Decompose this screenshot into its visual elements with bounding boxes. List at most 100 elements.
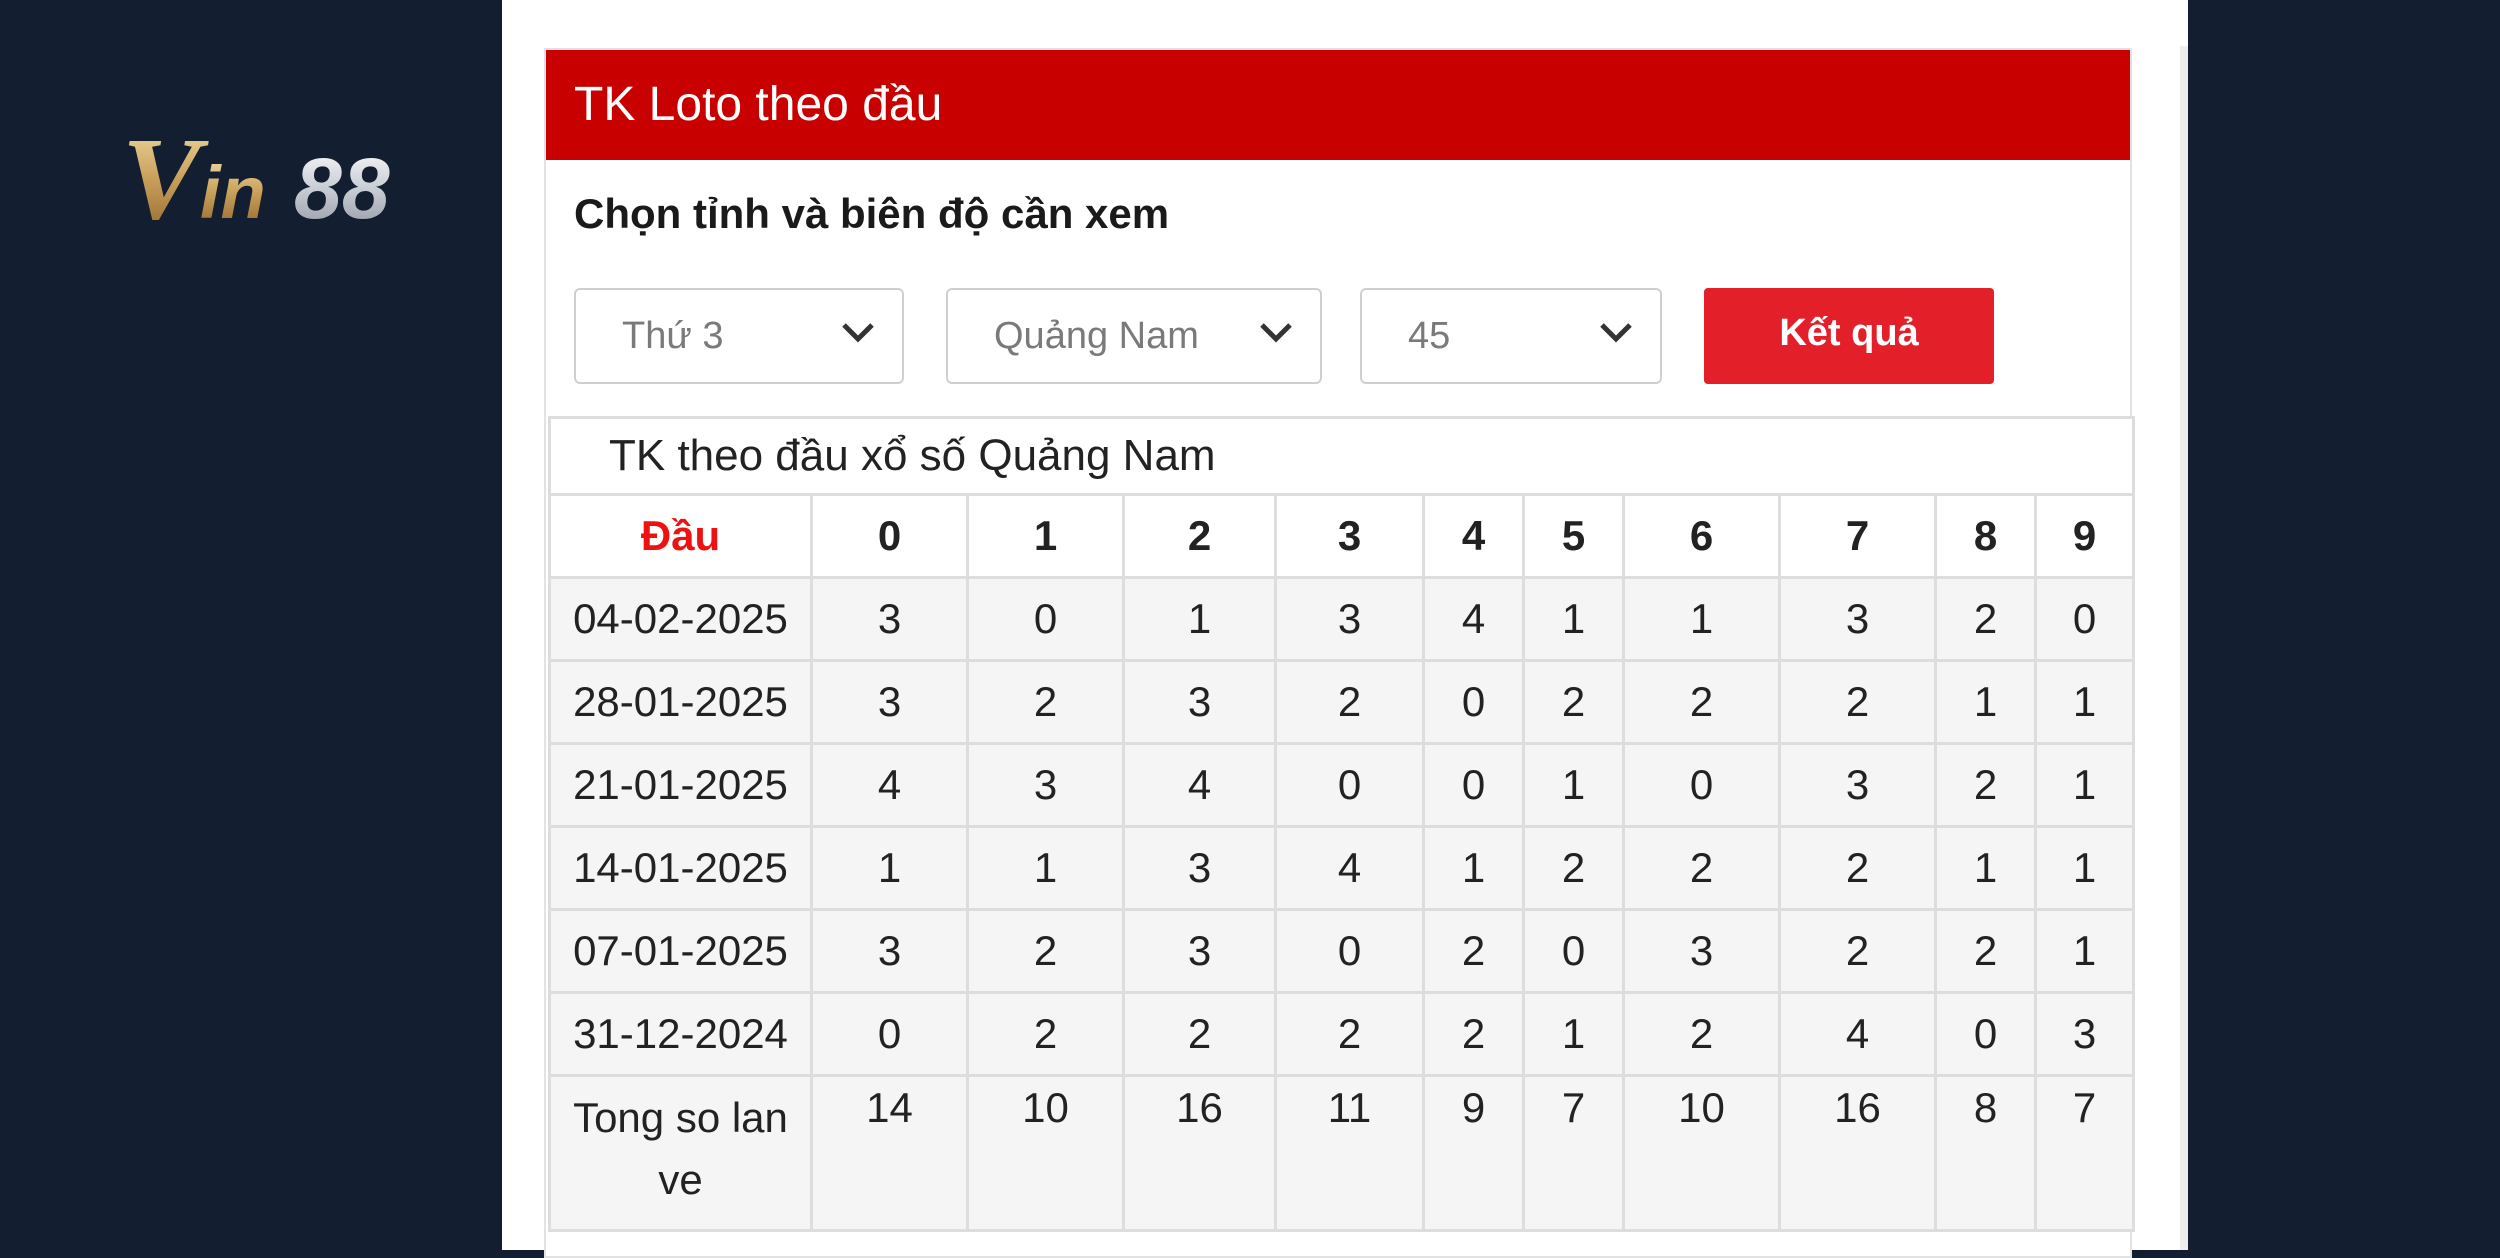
day-select[interactable]: Thứ 3 bbox=[574, 288, 904, 384]
row-cell: 2 bbox=[1934, 908, 2037, 994]
total-cell: 8 bbox=[1934, 1074, 2037, 1232]
row-cell: 2 bbox=[1422, 991, 1525, 1077]
row-cell: 2 bbox=[1522, 659, 1625, 745]
row-cell: 0 bbox=[966, 576, 1125, 662]
row-cell: 1 bbox=[1522, 576, 1625, 662]
province-select[interactable]: Quảng Nam bbox=[946, 288, 1322, 384]
header-dau: Đầu bbox=[548, 493, 813, 579]
header-col: 5 bbox=[1522, 493, 1625, 579]
row-cell: 2 bbox=[966, 908, 1125, 994]
row-cell: 3 bbox=[1778, 742, 1937, 828]
row-cell: 2 bbox=[1622, 991, 1781, 1077]
province-select-value: Quảng Nam bbox=[994, 315, 1199, 357]
row-cell: 2 bbox=[966, 991, 1125, 1077]
result-button[interactable]: Kết quả bbox=[1704, 288, 1994, 384]
total-label-line2: ve bbox=[658, 1156, 703, 1203]
row-date: 14-01-2025 bbox=[548, 825, 813, 911]
row-cell: 0 bbox=[1522, 908, 1625, 994]
loto-stats-widget: TK Loto theo đầu Chọn tỉnh và biên độ cầ… bbox=[544, 48, 2136, 1258]
row-cell: 0 bbox=[1274, 908, 1425, 994]
row-cell: 2 bbox=[1274, 991, 1425, 1077]
total-row: Tong so lan ve 14 10 16 11 9 7 10 16 8 7 bbox=[548, 1074, 2136, 1232]
row-cell: 2 bbox=[1522, 825, 1625, 911]
row-cell: 0 bbox=[1622, 742, 1781, 828]
total-cell: 10 bbox=[966, 1074, 1125, 1232]
total-cell: 7 bbox=[2033, 1074, 2136, 1232]
row-cell: 1 bbox=[1122, 576, 1277, 662]
row-cell: 2 bbox=[1778, 908, 1937, 994]
header-col: 1 bbox=[966, 493, 1125, 579]
row-cell: 2 bbox=[1778, 659, 1937, 745]
row-date: 31-12-2024 bbox=[548, 991, 813, 1077]
row-cell: 0 bbox=[810, 991, 969, 1077]
header-col: 2 bbox=[1122, 493, 1277, 579]
row-cell: 2 bbox=[1778, 825, 1937, 911]
header-col: 3 bbox=[1274, 493, 1425, 579]
table-header-row: Đầu 0 1 2 3 4 5 6 7 8 9 bbox=[548, 493, 2136, 579]
row-cell: 3 bbox=[1622, 908, 1781, 994]
row-cell: 4 bbox=[810, 742, 969, 828]
chevron-down-icon bbox=[842, 323, 874, 343]
row-cell: 3 bbox=[966, 742, 1125, 828]
row-cell: 1 bbox=[1522, 991, 1625, 1077]
day-select-value: Thứ 3 bbox=[622, 315, 724, 357]
row-cell: 0 bbox=[1422, 659, 1525, 745]
row-cell: 1 bbox=[2033, 908, 2136, 994]
total-cell: 16 bbox=[1122, 1074, 1277, 1232]
row-cell: 1 bbox=[1934, 825, 2037, 911]
header-col: 7 bbox=[1778, 493, 1937, 579]
row-cell: 3 bbox=[810, 576, 969, 662]
range-select[interactable]: 45 bbox=[1360, 288, 1662, 384]
table-row: 28-01-2025 3 2 3 2 0 2 2 2 1 1 bbox=[548, 659, 2136, 745]
row-cell: 1 bbox=[1422, 825, 1525, 911]
total-cell: 16 bbox=[1778, 1074, 1937, 1232]
row-date: 28-01-2025 bbox=[548, 659, 813, 745]
vin88-logo: V in 88 bbox=[122, 118, 390, 230]
row-cell: 2 bbox=[1274, 659, 1425, 745]
table-row: 21-01-2025 4 3 4 0 0 1 0 3 2 1 bbox=[548, 742, 2136, 828]
loto-stats-table: TK theo đầu xổ số Quảng Nam Đầu 0 1 2 3 … bbox=[547, 416, 2136, 1232]
row-cell: 1 bbox=[2033, 742, 2136, 828]
widget-title: TK Loto theo đầu bbox=[546, 50, 2130, 160]
row-cell: 4 bbox=[1422, 576, 1525, 662]
row-cell: 1 bbox=[1622, 576, 1781, 662]
row-cell: 1 bbox=[2033, 825, 2136, 911]
row-cell: 3 bbox=[1274, 576, 1425, 662]
svg-text:in: in bbox=[200, 151, 266, 230]
row-cell: 3 bbox=[1778, 576, 1937, 662]
row-cell: 4 bbox=[1122, 742, 1277, 828]
table-row: 07-01-2025 3 2 3 0 2 0 3 2 2 1 bbox=[548, 908, 2136, 994]
row-cell: 0 bbox=[2033, 576, 2136, 662]
row-cell: 0 bbox=[1422, 742, 1525, 828]
row-cell: 3 bbox=[810, 908, 969, 994]
row-cell: 2 bbox=[1934, 742, 2037, 828]
row-cell: 1 bbox=[2033, 659, 2136, 745]
table-caption: TK theo đầu xổ số Quảng Nam bbox=[547, 416, 2136, 496]
row-cell: 1 bbox=[966, 825, 1125, 911]
total-cell: 7 bbox=[1522, 1074, 1625, 1232]
row-cell: 3 bbox=[810, 659, 969, 745]
row-cell: 2 bbox=[1934, 576, 2037, 662]
total-label-line1: Tong so lan bbox=[573, 1094, 788, 1141]
chevron-down-icon bbox=[1260, 323, 1292, 343]
row-date: 07-01-2025 bbox=[548, 908, 813, 994]
table-row: 14-01-2025 1 1 3 4 1 2 2 2 1 1 bbox=[548, 825, 2136, 911]
row-date: 21-01-2025 bbox=[548, 742, 813, 828]
header-col: 6 bbox=[1622, 493, 1781, 579]
table-row: 31-12-2024 0 2 2 2 2 1 2 4 0 3 bbox=[548, 991, 2136, 1077]
row-cell: 2 bbox=[966, 659, 1125, 745]
row-date: 04-02-2025 bbox=[548, 576, 813, 662]
row-cell: 3 bbox=[1122, 825, 1277, 911]
row-cell: 3 bbox=[2033, 991, 2136, 1077]
header-col: 8 bbox=[1934, 493, 2037, 579]
scroll-edge bbox=[2180, 46, 2188, 1250]
row-cell: 1 bbox=[1522, 742, 1625, 828]
svg-text:V: V bbox=[122, 118, 209, 230]
row-cell: 3 bbox=[1122, 908, 1277, 994]
svg-text:88: 88 bbox=[294, 141, 390, 230]
header-col: 9 bbox=[2033, 493, 2136, 579]
total-label: Tong so lan ve bbox=[548, 1074, 813, 1232]
row-cell: 2 bbox=[1622, 659, 1781, 745]
header-col: 0 bbox=[810, 493, 969, 579]
row-cell: 2 bbox=[1122, 991, 1277, 1077]
